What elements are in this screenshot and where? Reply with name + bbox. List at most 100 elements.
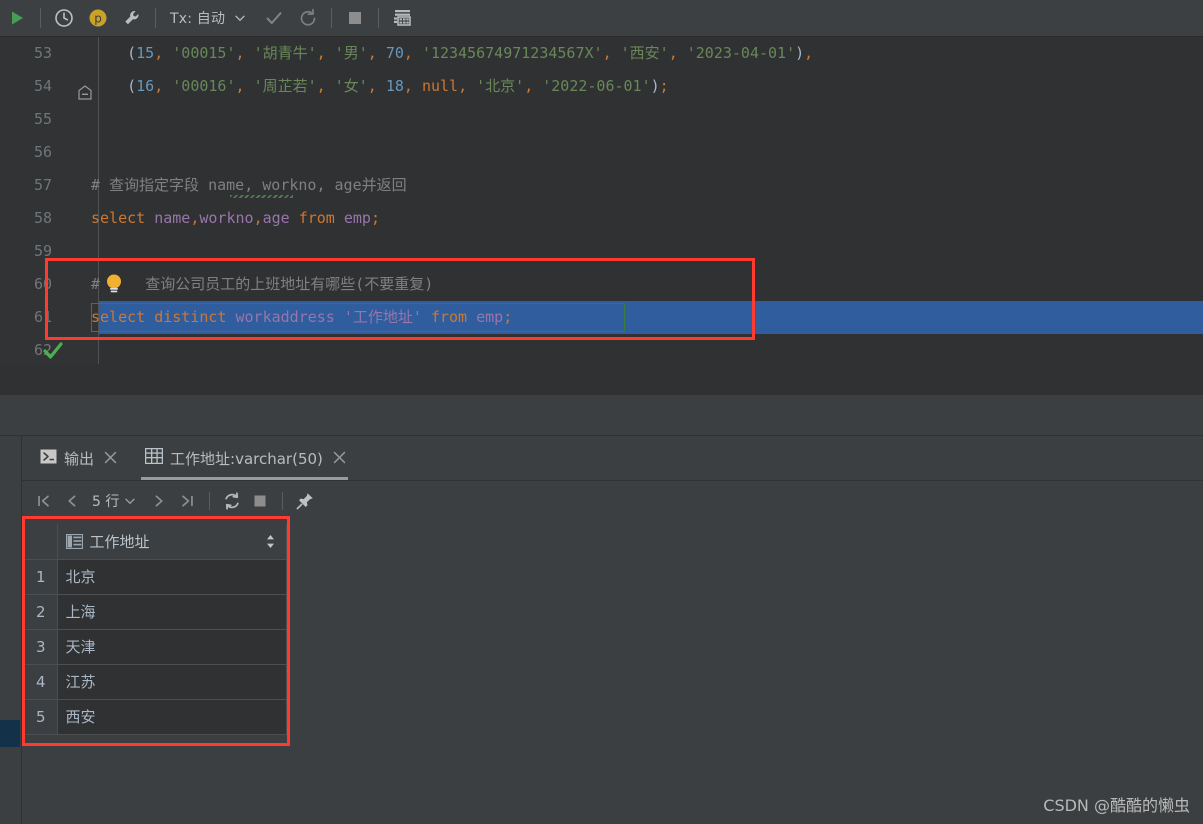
result-table-head: 工作地址 — [25, 524, 287, 560]
row-value-cell[interactable]: 天津 — [57, 629, 287, 665]
row-number-cell: 1 — [25, 559, 58, 595]
results-tab[interactable]: 工作地址:varchar(50) — [127, 436, 356, 480]
profile-icon: p — [89, 9, 107, 27]
results-tab-bar: 输出 工作地址:varchar(50) — [22, 436, 1203, 481]
refresh-icon — [225, 492, 240, 510]
wrench-icon — [125, 11, 139, 25]
transaction-mode-dropdown[interactable] — [231, 3, 249, 33]
spellcheck-squiggle — [230, 195, 293, 198]
pin-tab-button[interactable] — [291, 487, 319, 515]
data-grid-button[interactable] — [387, 3, 417, 33]
editor-code-area[interactable]: 53 (15, '00015', '胡青牛', '男', 70, '123456… — [0, 37, 1203, 364]
result-header-row: 工作地址 — [25, 524, 287, 560]
sql-editor[interactable]: 53 (15, '00015', '胡青牛', '男', 70, '123456… — [0, 37, 1203, 364]
column-header-workaddress[interactable]: 工作地址 — [57, 524, 287, 560]
results-panel: 输出 工作地址:varchar(50) 5 行 工作地址 1 北京 2 上海 3… — [0, 436, 1203, 824]
editor-line[interactable]: 53 (15, '00015', '胡青牛', '男', 70, '123456… — [0, 37, 1203, 70]
results-tab[interactable]: 输出 — [22, 436, 127, 480]
line-number: 56 — [33, 143, 52, 161]
checkmark-icon — [266, 12, 282, 24]
line-text: # 查询公司员工的上班地址有哪些(不要重复) — [91, 275, 434, 293]
nav-divider-2 — [282, 492, 284, 510]
watermark-text: CSDN @酷酷的懒虫 — [1043, 796, 1190, 815]
run-button[interactable] — [2, 3, 32, 33]
results-tab-label: 工作地址:varchar(50) — [170, 449, 323, 468]
line-number: 61 — [33, 308, 52, 326]
line-number: 59 — [33, 242, 52, 260]
statement-success-icon — [43, 342, 63, 359]
row-number-cell: 4 — [25, 664, 58, 700]
row-number-cell: 3 — [25, 629, 58, 665]
rail-accent-marker — [0, 720, 20, 747]
svg-text:p: p — [94, 12, 102, 26]
next-page-icon — [155, 495, 164, 507]
editor-line[interactable]: 56 — [0, 136, 1203, 169]
executed-statement-box — [91, 303, 625, 332]
console-output-icon — [40, 449, 57, 468]
history-button[interactable] — [49, 3, 79, 33]
grid-footer-strip — [25, 734, 287, 749]
table-row[interactable]: 3 天津 — [25, 629, 287, 665]
close-icon[interactable] — [104, 449, 117, 468]
line-text: (15, '00015', '胡青牛', '男', 70, '123456749… — [127, 44, 814, 62]
tools-button[interactable] — [117, 3, 147, 33]
editor-line[interactable]: 58 select name,workno,age from emp; — [0, 202, 1203, 235]
nav-divider-1 — [209, 492, 211, 510]
toolbar-divider-1 — [40, 8, 41, 28]
line-number: 55 — [33, 110, 52, 128]
results-nav-toolbar: 5 行 — [22, 481, 1203, 521]
table-row[interactable]: 2 上海 — [25, 594, 287, 630]
next-page-button[interactable] — [145, 487, 173, 515]
row-value-cell[interactable]: 西安 — [57, 699, 287, 735]
sort-arrows-icon[interactable] — [265, 534, 276, 549]
editor-line[interactable]: 57 # 查询指定字段 name, workno, age并返回 — [0, 169, 1203, 202]
line-number: 57 — [33, 176, 52, 194]
result-table-body: 1 北京 2 上海 3 天津 4 江苏 5 西安 — [25, 559, 287, 735]
rollback-button[interactable] — [293, 3, 323, 33]
row-number-cell: 5 — [25, 699, 58, 735]
editor-line[interactable]: 55 — [0, 103, 1203, 136]
editor-line[interactable]: 54 (16, '00016', '周芷若', '女', 18, null, '… — [0, 70, 1203, 103]
row-value-cell[interactable]: 上海 — [57, 594, 287, 630]
data-grid-icon — [394, 10, 412, 26]
editor-bottom-strip — [0, 364, 1203, 395]
line-number: 60 — [33, 275, 52, 293]
last-page-button[interactable] — [173, 487, 201, 515]
stop-icon — [254, 495, 266, 507]
row-count-label: 5 行 — [92, 494, 120, 510]
table-row[interactable]: 4 江苏 — [25, 664, 287, 700]
stop-icon — [349, 12, 362, 24]
grid-corner-cell — [25, 524, 58, 560]
line-number: 58 — [33, 209, 52, 227]
editor-line[interactable]: 60 # 查询公司员工的上班地址有哪些(不要重复) — [0, 268, 1203, 301]
line-text: (16, '00016', '周芷若', '女', 18, null, '北京'… — [127, 77, 669, 95]
main-toolbar: p Tx: 自动 — [0, 0, 1203, 37]
row-value-cell[interactable]: 江苏 — [57, 664, 287, 700]
toolbar-divider-4 — [378, 8, 380, 28]
prev-page-button[interactable] — [58, 487, 86, 515]
editor-line[interactable]: 62 — [0, 334, 1203, 367]
code-fold-marker[interactable] — [78, 79, 92, 100]
commit-button[interactable] — [259, 3, 289, 33]
prev-page-icon — [68, 495, 76, 507]
result-table: 工作地址 1 北京 2 上海 3 天津 4 江苏 5 西安 — [25, 524, 287, 735]
editor-line[interactable]: 61 select distinct workaddress '工作地址' fro… — [0, 301, 1203, 334]
close-icon[interactable] — [333, 449, 346, 468]
profile-button[interactable]: p — [83, 3, 113, 33]
toolbar-divider-3 — [331, 8, 333, 28]
result-grid[interactable]: 工作地址 1 北京 2 上海 3 天津 4 江苏 5 西安 — [25, 524, 287, 749]
row-value-cell[interactable]: 北京 — [57, 559, 287, 595]
row-number-cell: 2 — [25, 594, 58, 630]
first-page-button[interactable] — [30, 487, 58, 515]
table-row[interactable]: 1 北京 — [25, 559, 287, 595]
line-number: 54 — [33, 77, 52, 95]
sql-ide-window: p Tx: 自动 53 (15, '00015', '胡青牛', '男', 70… — [0, 0, 1203, 824]
editor-line[interactable]: 59 — [0, 235, 1203, 268]
chevron-down-icon — [125, 498, 136, 505]
row-count-dropdown[interactable] — [121, 487, 139, 515]
table-row[interactable]: 5 西安 — [25, 699, 287, 735]
refresh-button[interactable] — [218, 487, 246, 515]
stop-button[interactable] — [340, 3, 370, 33]
stop-query-button[interactable] — [246, 487, 274, 515]
column-type-icon — [65, 533, 83, 549]
